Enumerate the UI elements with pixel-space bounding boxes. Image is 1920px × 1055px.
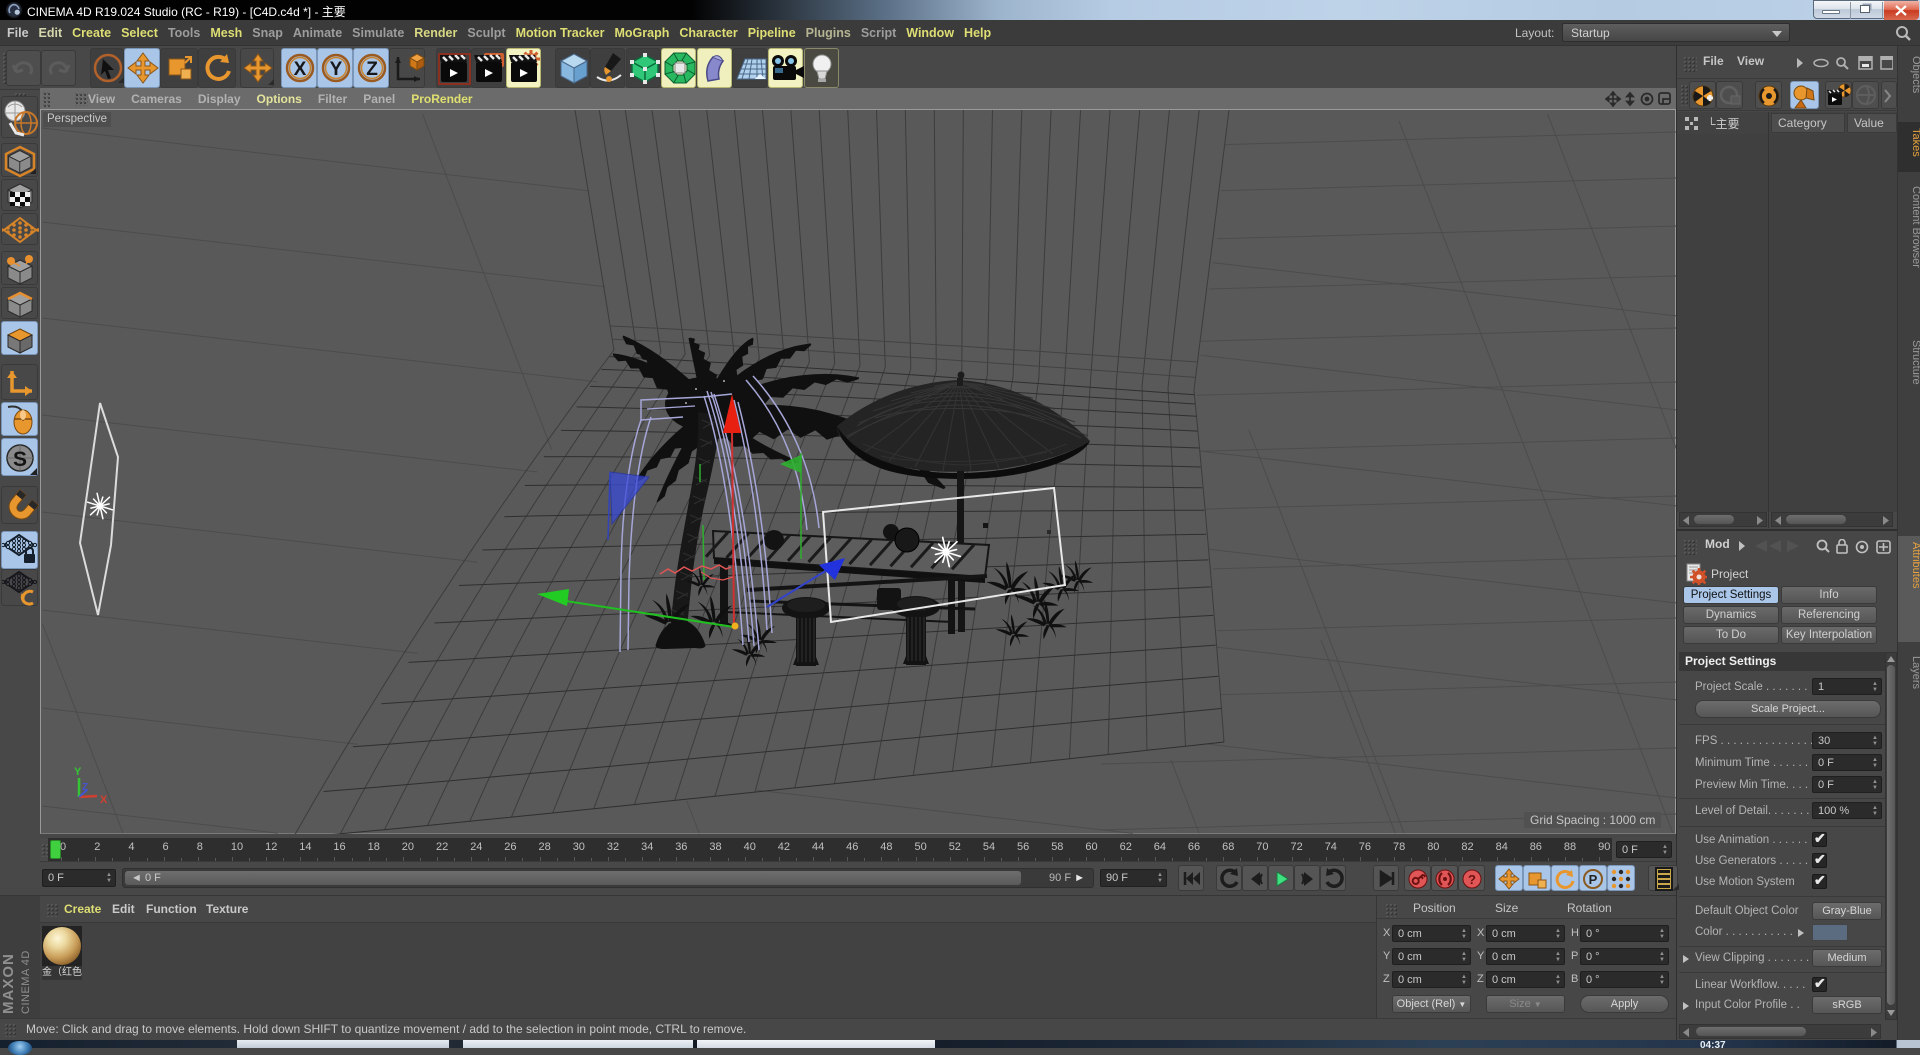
svg-text:Y: Y xyxy=(74,766,82,778)
svg-text:Y: Y xyxy=(330,59,343,80)
svg-text:?: ? xyxy=(1468,872,1476,887)
svg-text:X: X xyxy=(100,794,108,806)
svg-text:S: S xyxy=(13,448,27,471)
svg-text:Z: Z xyxy=(366,59,378,80)
svg-text:Z: Z xyxy=(82,782,88,793)
svg-text:P: P xyxy=(1589,872,1598,887)
svg-text:X: X xyxy=(294,59,307,80)
